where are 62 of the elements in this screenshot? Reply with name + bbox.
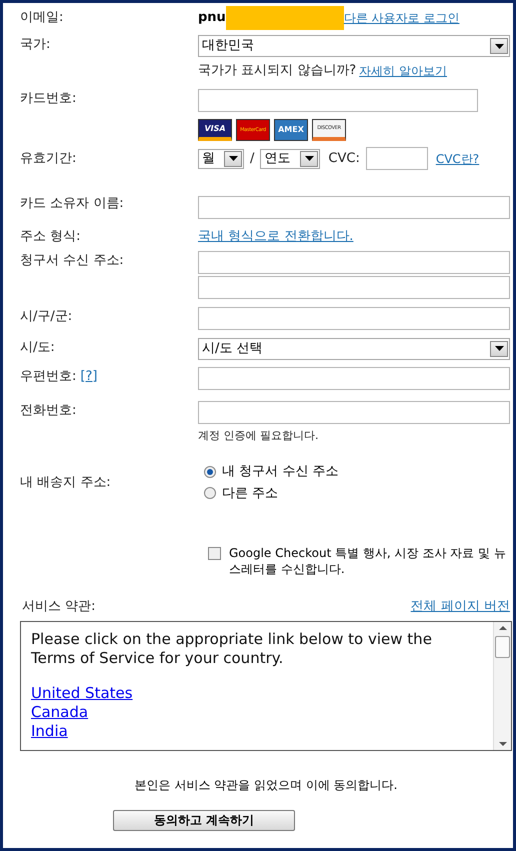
- scroll-down-icon[interactable]: [498, 742, 506, 746]
- radio-button[interactable]: [204, 466, 216, 478]
- field-label: CVC:: [328, 150, 360, 168]
- dropdown-arrow-button[interactable]: [224, 150, 242, 166]
- field-label: 카드번호:: [20, 90, 78, 108]
- caret-icon: [494, 346, 504, 351]
- radio-option[interactable]: 내 청구서 수신 주소: [204, 462, 510, 482]
- scrollbar[interactable]: [493, 622, 511, 750]
- field-label: 시/도:: [20, 338, 56, 356]
- city-field[interactable]: [198, 306, 510, 330]
- field-label: 서비스 약관:: [22, 598, 96, 616]
- field-label: 우편번호:: [20, 368, 76, 386]
- field-label: 카드 소유자 이름:: [20, 195, 125, 213]
- scroll-up-icon[interactable]: [498, 626, 506, 630]
- field-label: 시/구/군:: [20, 308, 74, 326]
- postal-code-field[interactable]: [198, 366, 510, 390]
- link[interactable]: 국내 형식으로 전환합니다.: [198, 227, 510, 246]
- checkbox[interactable]: [208, 547, 221, 560]
- dropdown-arrow-button[interactable]: [300, 150, 318, 166]
- month-select[interactable]: 월: [198, 148, 244, 168]
- scroll-thumb[interactable]: [495, 636, 510, 658]
- agreement-text: 본인은 서비스 약관을 읽었으며 이에 동의합니다.: [134, 776, 398, 794]
- field-label: 전화번호:: [20, 402, 78, 420]
- caret-icon: [494, 44, 504, 48]
- address-line-field[interactable]: [198, 276, 510, 298]
- field-label: 주소 형식:: [20, 228, 82, 246]
- country-select[interactable]: 대한민국: [198, 35, 510, 57]
- checkbox-label: Google Checkout 특별 행사, 시장 조사 자료 및 뉴스레터를 수신합니다.: [229, 545, 507, 577]
- year-select[interactable]: 연도: [260, 148, 320, 168]
- phone-field[interactable]: [198, 400, 510, 424]
- dropdown-arrow-button[interactable]: [490, 340, 508, 356]
- link[interactable]: 자세히 알아보기: [359, 62, 447, 80]
- caret-icon: [228, 156, 238, 161]
- field-label: 청구서 수신 주소:: [20, 252, 125, 270]
- help-link[interactable]: [?]: [80, 366, 98, 386]
- field-label: 유효기간:: [20, 150, 78, 168]
- field-label: 이메일:: [20, 9, 64, 28]
- field-label: 국가가 표시되지 않습니까?: [198, 62, 356, 80]
- province-select[interactable]: 시/도 선택: [198, 338, 510, 360]
- card-logo: AMEX: [274, 119, 308, 141]
- cvc-field[interactable]: [366, 147, 428, 170]
- field-label: 국가:: [20, 36, 52, 54]
- link[interactable]: 다른 사용자로 로그인: [344, 9, 460, 27]
- card-number-field[interactable]: [198, 89, 478, 112]
- link[interactable]: 전체 페이지 버전: [410, 597, 510, 616]
- terms-text: Please click on the appropriate link below to view the Terms of Service for your country.: [31, 630, 433, 668]
- dropdown-arrow-button[interactable]: [490, 38, 508, 54]
- cardholder-name-field[interactable]: [198, 196, 510, 219]
- radio-button[interactable]: [204, 487, 216, 500]
- country-link[interactable]: India: [31, 722, 68, 740]
- caret-icon: [304, 156, 314, 161]
- address-line-field[interactable]: [198, 250, 510, 274]
- submit-button[interactable]: 동의하고 계속하기: [113, 810, 295, 830]
- country-link[interactable]: Canada: [31, 702, 88, 722]
- field-label: /: [250, 150, 254, 168]
- country-link[interactable]: United States: [31, 684, 133, 702]
- helper-text: 계정 인증에 필요합니다.: [198, 428, 320, 444]
- card-logo: VISA: [198, 119, 232, 141]
- radio-option[interactable]: 다른 주소: [204, 484, 510, 503]
- email-value: pnu: [198, 9, 226, 28]
- field-label: 내 배송지 주소:: [20, 474, 112, 492]
- link[interactable]: CVC란?: [436, 150, 480, 168]
